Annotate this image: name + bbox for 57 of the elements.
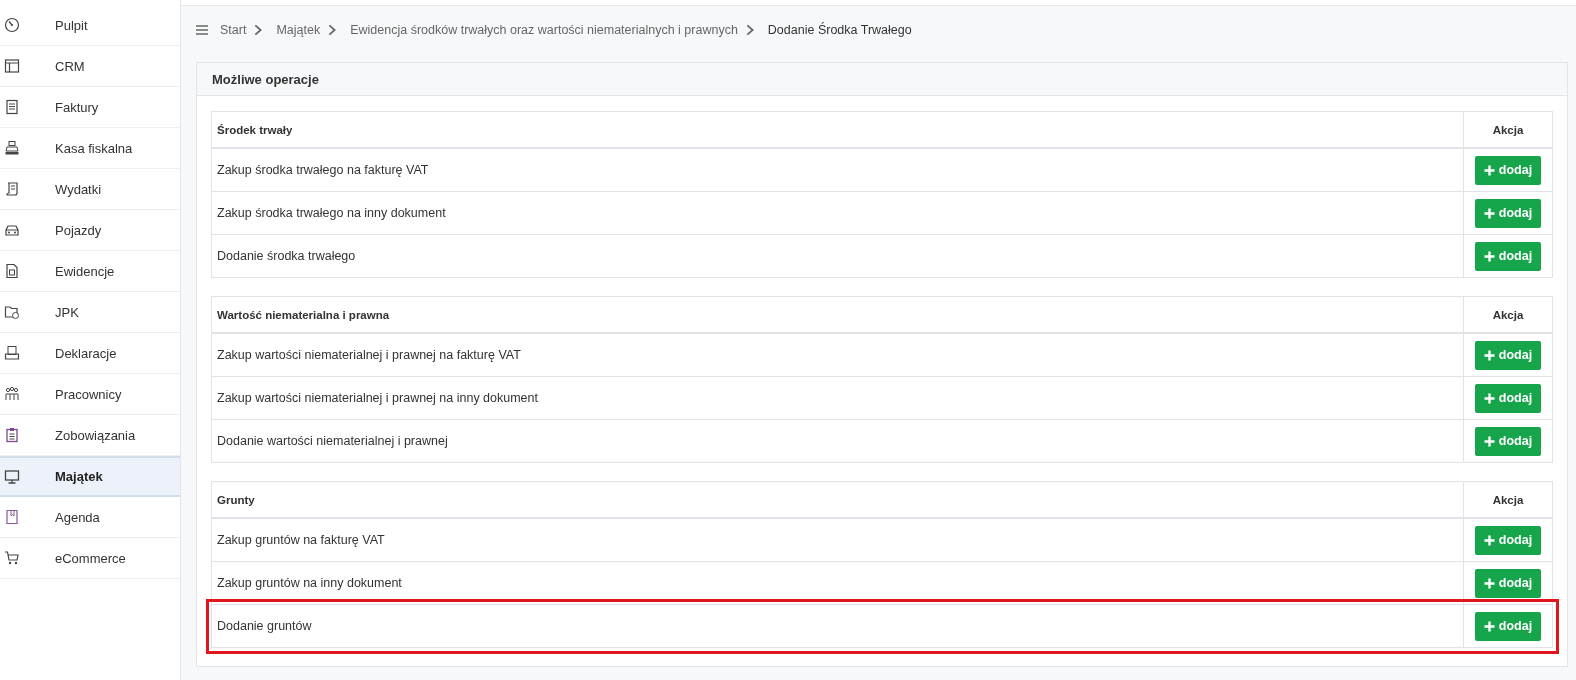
plus-icon — [1483, 392, 1495, 404]
table-cell: Zakup gruntów na inny dokument — [211, 561, 1464, 605]
cash-register-icon — [4, 140, 20, 156]
plus-icon — [1483, 577, 1495, 589]
column-header: Akcja — [1463, 296, 1553, 333]
column-header: Akcja — [1463, 481, 1553, 518]
table-cell: Dodanie wartości niematerialnej i prawnej — [211, 419, 1464, 463]
folder-icon — [4, 304, 20, 320]
table-cell: Zakup środka trwałego na fakturę VAT — [211, 148, 1464, 192]
column-header: Akcja — [1463, 111, 1553, 148]
table-cell: Dodanie gruntów — [211, 604, 1464, 648]
monitor-icon — [4, 468, 20, 485]
document-icon — [4, 263, 20, 279]
sidebar-item[interactable]: Deklaracje — [0, 333, 180, 374]
table-cell: Zakup wartości niematerialnej i prawnej na inny dokument — [211, 376, 1464, 420]
breadcrumb-link[interactable]: Ewidencja środków trwałych oraz wartości niematerialnych i prawnych — [350, 23, 738, 37]
sidebar-item[interactable]: eCommerce — [0, 538, 180, 579]
sidebar-item[interactable]: JPK — [0, 292, 180, 333]
table-cell: Zakup gruntów na fakturę VAT — [211, 518, 1464, 562]
breadcrumb-link[interactable]: Start — [220, 23, 247, 37]
column-header: Grunty — [211, 481, 1464, 518]
sidebar-item[interactable]: Pojazdy — [0, 210, 180, 251]
table-cell: Zakup środka trwałego na inny dokument — [211, 191, 1464, 235]
sidebar-item[interactable]: Kasa fiskalna — [0, 128, 180, 169]
book-icon — [4, 509, 20, 525]
plus-icon — [1483, 435, 1495, 447]
clipboard-icon — [4, 427, 20, 443]
car-icon — [4, 222, 20, 238]
plus-icon — [1483, 207, 1495, 219]
sidebar-item[interactable]: Majątek — [0, 456, 180, 497]
panel-title: Możliwe operacje — [212, 71, 319, 87]
sidebar-item[interactable]: Wydatki — [0, 169, 180, 210]
sidebar-item[interactable]: Pulpit — [0, 5, 180, 46]
document-icon — [4, 99, 20, 115]
plus-icon — [1483, 250, 1495, 262]
plus-icon — [1483, 620, 1495, 632]
plus-icon — [1483, 534, 1495, 546]
plus-icon — [1483, 164, 1495, 176]
sidebar-item[interactable]: Agenda — [0, 497, 180, 538]
column-header: Środek trwały — [211, 111, 1464, 148]
sidebar-item[interactable]: Pracownicy — [0, 374, 180, 415]
tray-icon — [4, 345, 20, 361]
column-header: Wartość niematerialna i prawna — [211, 296, 1464, 333]
cart-icon — [4, 550, 20, 566]
breadcrumb-link[interactable]: Majątek — [276, 23, 321, 37]
sidebar-item[interactable]: Ewidencje — [0, 251, 180, 292]
gauge-icon — [4, 17, 20, 33]
sidebar-item[interactable]: Faktury — [0, 87, 180, 128]
table-cell: Dodanie środka trwałego — [211, 234, 1464, 278]
table-cell: Zakup wartości niematerialnej i prawnej na fakturę VAT — [211, 333, 1464, 377]
people-icon — [4, 386, 20, 402]
scroll-icon — [4, 181, 20, 197]
layout-icon — [4, 58, 20, 74]
sidebar-item[interactable]: CRM — [0, 46, 180, 87]
breadcrumb-current: Dodanie Środka Trwałego — [767, 23, 912, 37]
plus-icon — [1483, 349, 1495, 361]
menu-icon[interactable] — [196, 24, 208, 36]
